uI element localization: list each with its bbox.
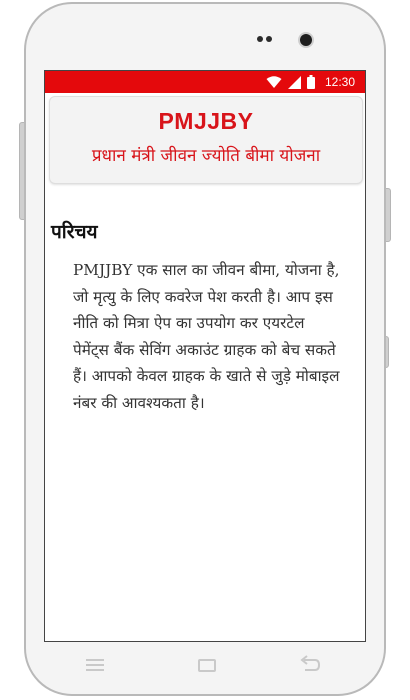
signal-icon [287, 75, 301, 89]
wifi-icon [266, 75, 282, 88]
status-time: 12:30 [324, 75, 355, 89]
front-camera-icon [300, 34, 312, 46]
home-icon[interactable] [198, 659, 216, 672]
intro-paragraph: PMJJBY एक साल का जीवन बीमा, योजना है, जो… [73, 261, 340, 412]
app-header: PMJJBY प्रधान मंत्री जीवन ज्योति बीमा यो… [49, 96, 363, 184]
speaker-icon [257, 36, 272, 42]
section-heading: परिचय [51, 221, 98, 243]
app-title: PMJJBY [158, 108, 254, 134]
back-icon[interactable] [299, 655, 321, 675]
status-bar: 12:30 [45, 71, 365, 93]
app-screen: 12:30 PMJJBY प्रधान मंत्री जीवन ज्योति ब… [44, 70, 366, 642]
menu-icon[interactable] [86, 656, 104, 678]
battery-icon [306, 75, 315, 89]
app-subtitle: प्रधान मंत्री जीवन ज्योति बीमा योजना [91, 146, 321, 166]
